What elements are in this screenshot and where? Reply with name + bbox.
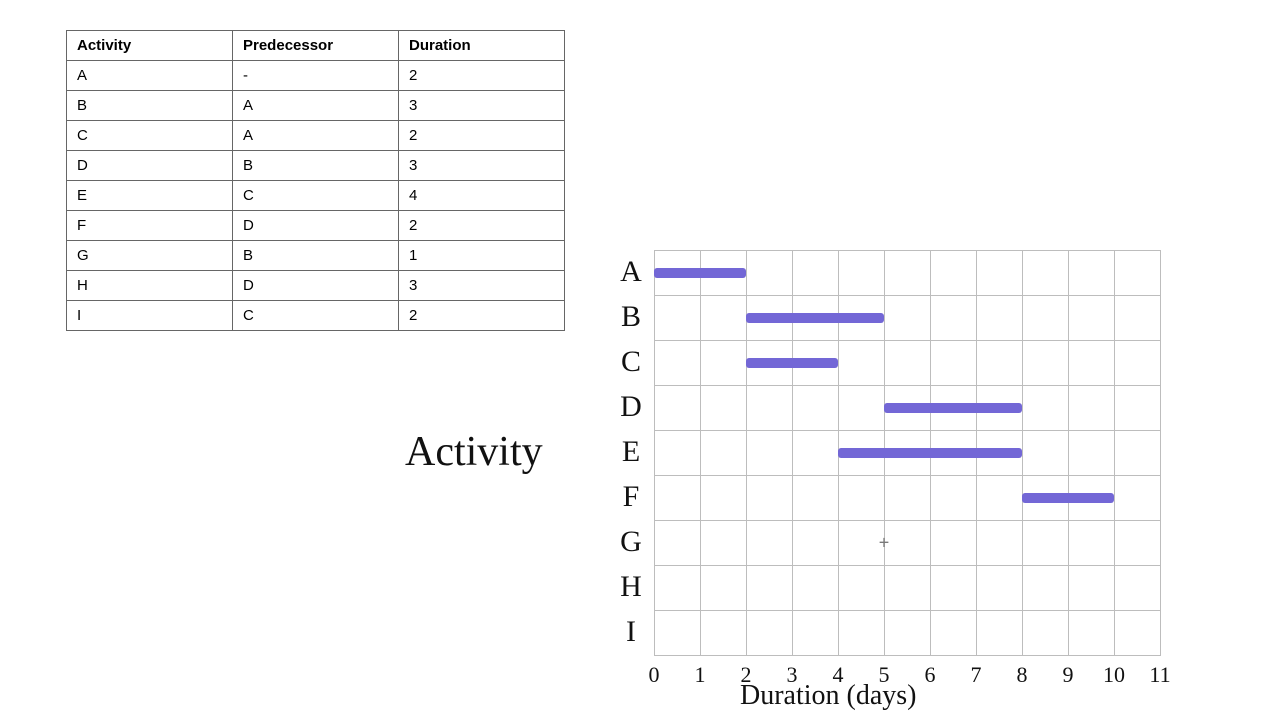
cell-predecessor: D	[233, 211, 399, 241]
cell-activity: G	[67, 241, 233, 271]
activity-table: Activity Predecessor Duration A-2 BA3 CA…	[66, 30, 565, 331]
table-row: EC4	[67, 181, 565, 211]
table-header-row: Activity Predecessor Duration	[67, 31, 565, 61]
x-tick-label: 6	[925, 662, 936, 688]
cell-activity: F	[67, 211, 233, 241]
cell-predecessor: D	[233, 271, 399, 301]
table-row: HD3	[67, 271, 565, 301]
x-tick-label: 10	[1103, 662, 1125, 688]
gantt-chart: + ABCDEFGHI01234567891011	[614, 250, 1161, 656]
table-row: IC2	[67, 301, 565, 331]
gantt-bar	[838, 448, 1022, 458]
cell-duration: 4	[399, 181, 565, 211]
cell-duration: 3	[399, 151, 565, 181]
table-row: CA2	[67, 121, 565, 151]
cell-predecessor: -	[233, 61, 399, 91]
table-row: BA3	[67, 91, 565, 121]
table-row: DB3	[67, 151, 565, 181]
cell-duration: 2	[399, 61, 565, 91]
cell-activity: E	[67, 181, 233, 211]
x-tick-label: 1	[695, 662, 706, 688]
x-tick-label: 4	[833, 662, 844, 688]
row-label: E	[614, 435, 648, 469]
row-label: F	[614, 480, 648, 514]
x-axis-label: Duration (days)	[740, 680, 917, 712]
row-label: A	[614, 255, 648, 289]
x-tick-label: 0	[649, 662, 660, 688]
cell-predecessor: C	[233, 301, 399, 331]
cell-predecessor: A	[233, 91, 399, 121]
x-tick-label: 11	[1149, 662, 1170, 688]
cell-duration: 2	[399, 301, 565, 331]
cell-predecessor: B	[233, 241, 399, 271]
cell-duration: 3	[399, 91, 565, 121]
row-label: D	[614, 390, 648, 424]
table-row: GB1	[67, 241, 565, 271]
cell-activity: I	[67, 301, 233, 331]
cell-predecessor: A	[233, 121, 399, 151]
cursor-mark-icon: +	[879, 532, 890, 553]
cell-duration: 1	[399, 241, 565, 271]
cell-predecessor: C	[233, 181, 399, 211]
x-tick-label: 7	[971, 662, 982, 688]
table-row: FD2	[67, 211, 565, 241]
gantt-grid: +	[654, 250, 1161, 656]
cell-predecessor: B	[233, 151, 399, 181]
x-tick-label: 9	[1063, 662, 1074, 688]
gantt-bar	[654, 268, 746, 278]
cell-duration: 2	[399, 211, 565, 241]
col-activity: Activity	[67, 31, 233, 61]
cell-activity: A	[67, 61, 233, 91]
gantt-bar	[746, 313, 884, 323]
col-predecessor: Predecessor	[233, 31, 399, 61]
cell-activity: H	[67, 271, 233, 301]
cell-activity: D	[67, 151, 233, 181]
row-label: H	[614, 570, 648, 604]
x-tick-label: 3	[787, 662, 798, 688]
cell-activity: C	[67, 121, 233, 151]
row-label: C	[614, 345, 648, 379]
x-tick-label: 2	[741, 662, 752, 688]
cell-duration: 3	[399, 271, 565, 301]
y-axis-label: Activity	[405, 428, 543, 476]
gantt-bar	[1022, 493, 1114, 503]
cell-activity: B	[67, 91, 233, 121]
row-label: G	[614, 525, 648, 559]
gantt-bar	[746, 358, 838, 368]
row-label: B	[614, 300, 648, 334]
table-row: A-2	[67, 61, 565, 91]
col-duration: Duration	[399, 31, 565, 61]
cell-duration: 2	[399, 121, 565, 151]
row-label: I	[614, 615, 648, 649]
x-tick-label: 8	[1017, 662, 1028, 688]
x-tick-label: 5	[879, 662, 890, 688]
gantt-bar	[884, 403, 1022, 413]
